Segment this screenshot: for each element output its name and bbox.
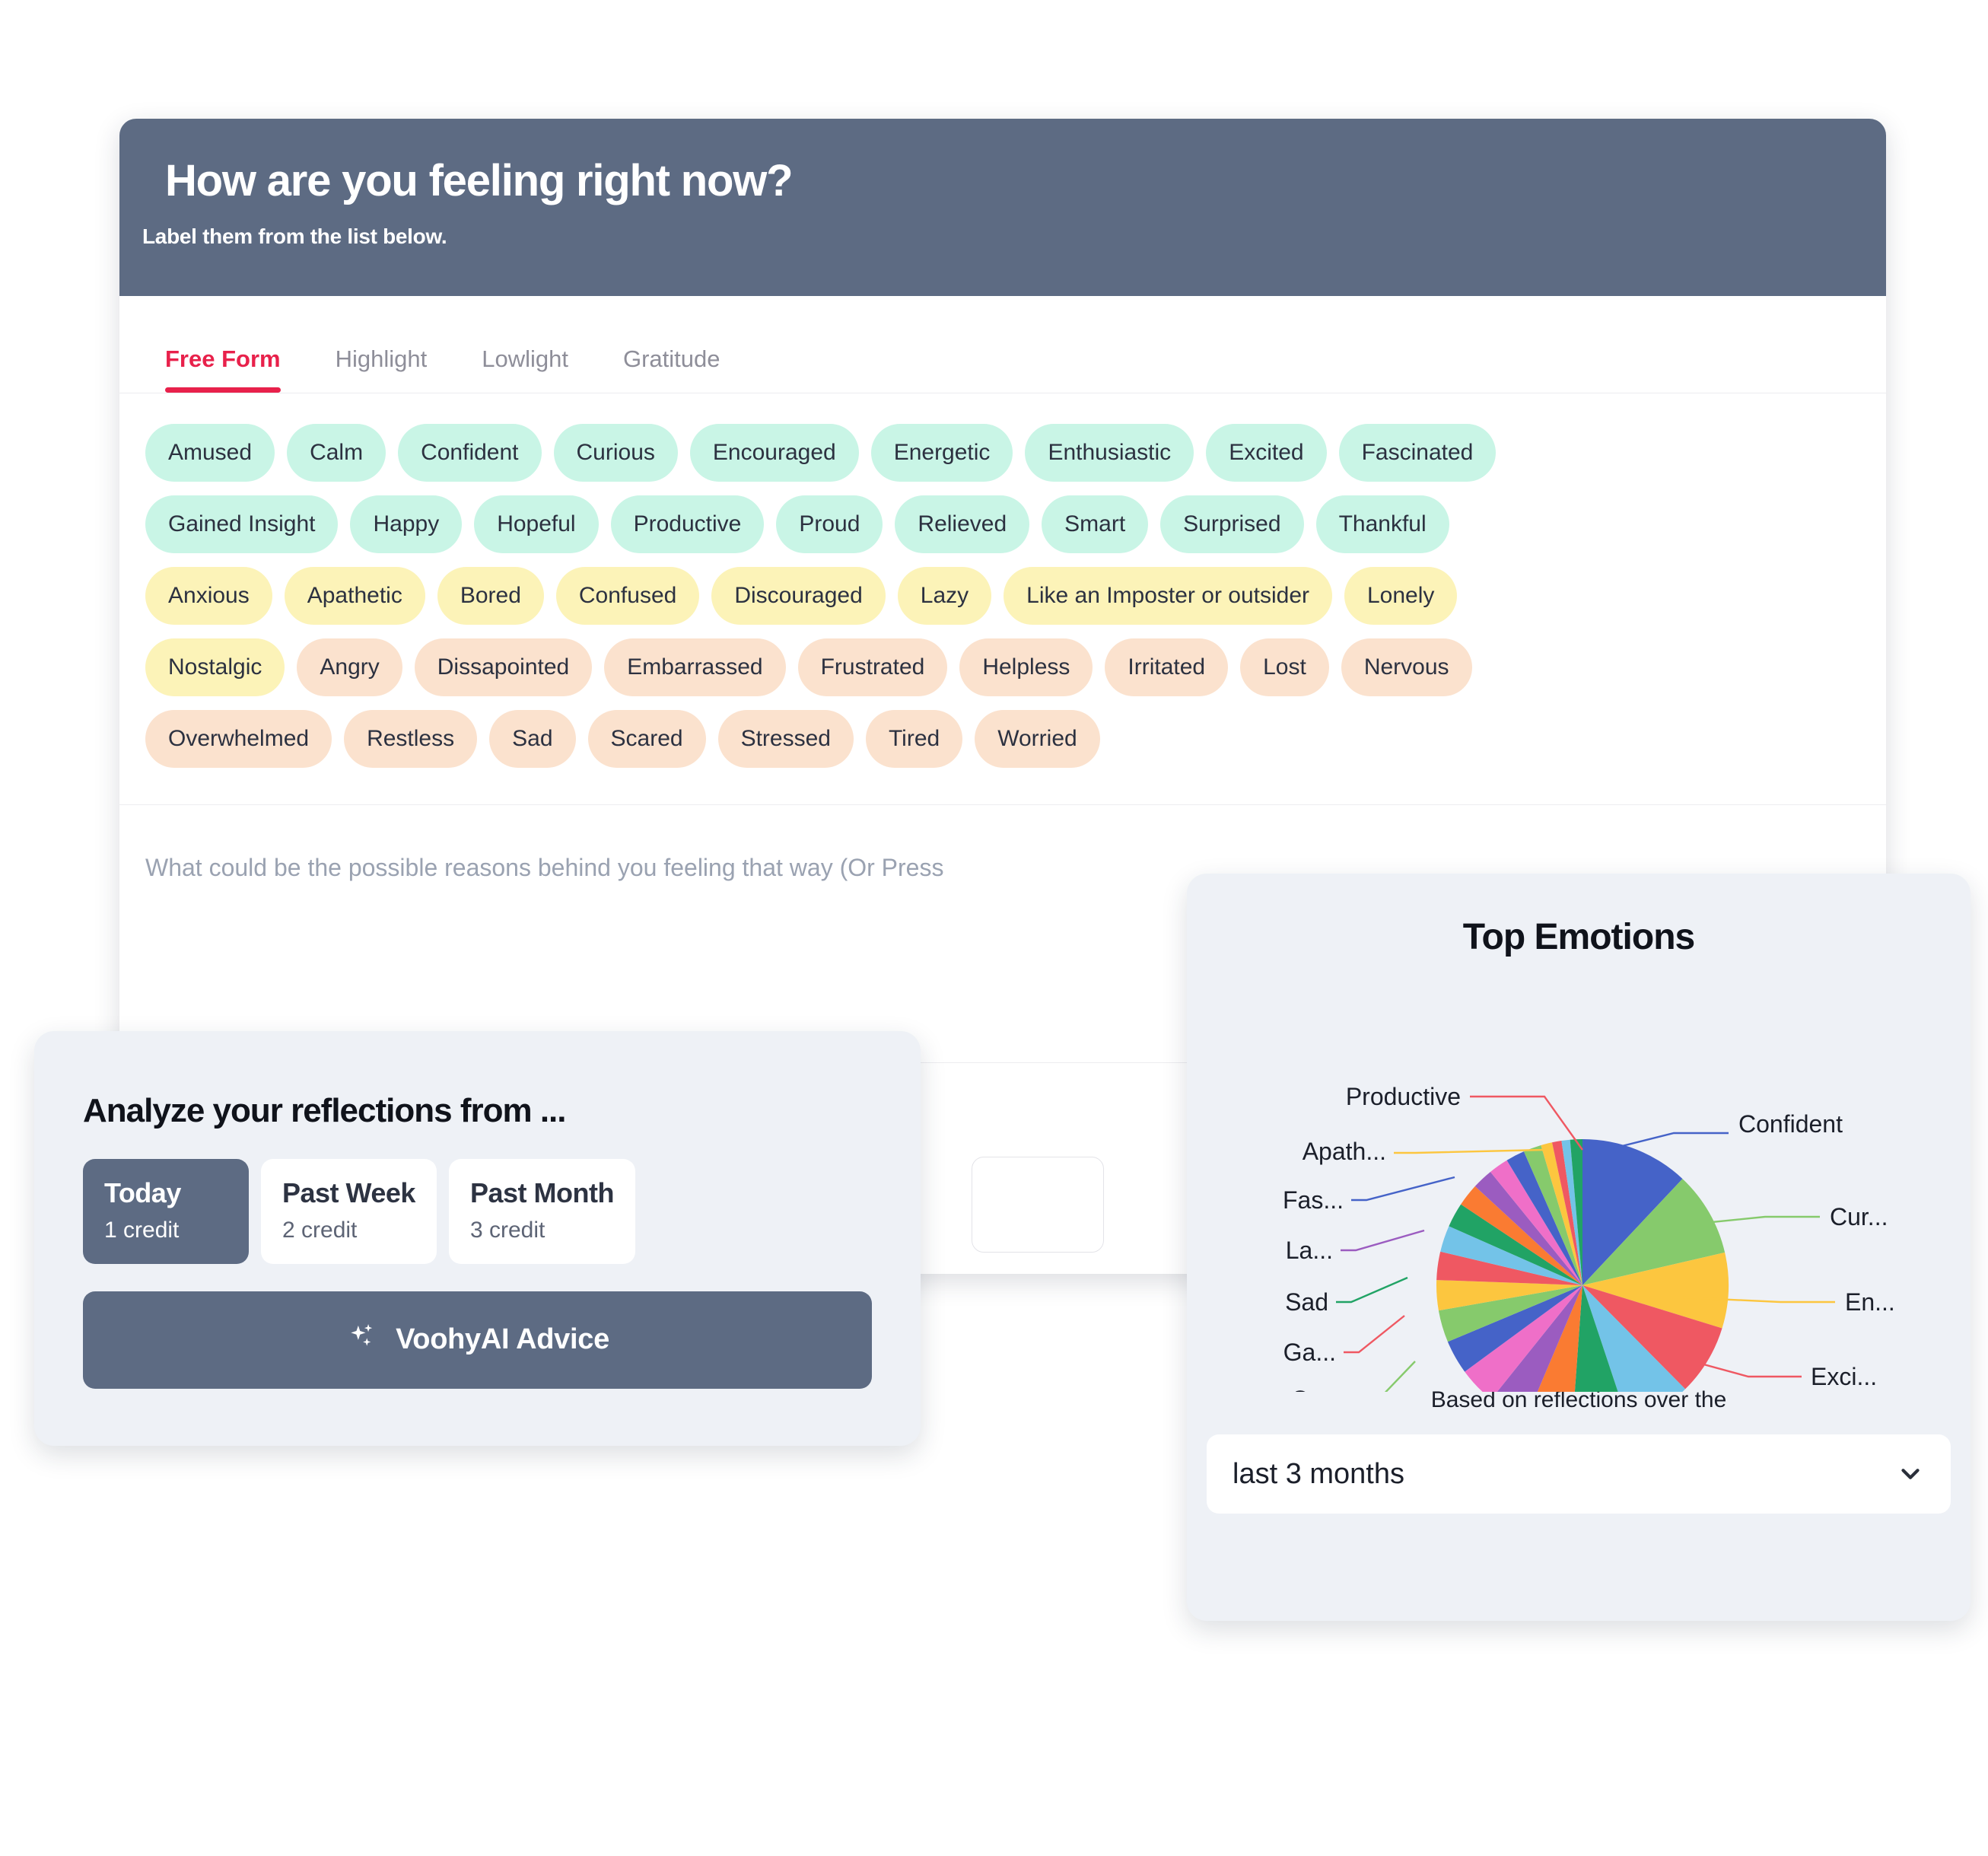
pie-leader-line bbox=[1351, 1176, 1455, 1202]
card-header: How are you feeling right now? Label the… bbox=[119, 119, 1886, 296]
emotion-chip-surprised[interactable]: Surprised bbox=[1160, 495, 1304, 553]
range-button-credit: 2 credit bbox=[282, 1218, 358, 1243]
emotion-chip-calm[interactable]: Calm bbox=[287, 424, 386, 482]
emotion-chip-overwhelmed[interactable]: Overwhelmed bbox=[145, 710, 332, 768]
emotion-chip-lazy[interactable]: Lazy bbox=[897, 567, 992, 625]
tab-gratitude[interactable]: Gratitude bbox=[596, 345, 748, 393]
emotion-chip-curious[interactable]: Curious bbox=[553, 424, 678, 482]
emotion-chip-thankful[interactable]: Thankful bbox=[1315, 495, 1449, 553]
top-emotions-card: Top Emotions Confident Cur... En... Exci...… bbox=[1187, 874, 1971, 1621]
range-button-name: Past Week bbox=[282, 1177, 415, 1208]
page-subtitle: Label them from the list below. bbox=[142, 224, 447, 248]
analyze-reflections-card: Analyze your reflections from ... Today 1… bbox=[34, 1031, 921, 1446]
emotion-chip-bored[interactable]: Bored bbox=[437, 567, 544, 625]
chip-row: Gained Insight Happy Hopeful Productive Prou… bbox=[145, 495, 1860, 553]
emotion-chip-area: Amused Calm Confident Curious Encouraged Ener… bbox=[119, 393, 1886, 805]
emotion-chip-excited[interactable]: Excited bbox=[1206, 424, 1327, 482]
chip-row: Overwhelmed Restless Sad Scared Stressed Tire… bbox=[145, 710, 1860, 768]
emotion-chip-stressed[interactable]: Stressed bbox=[717, 710, 854, 768]
tab-bar: Free Form Highlight Lowlight Gratitude bbox=[119, 296, 1886, 393]
emotion-chip-frustrated[interactable]: Frustrated bbox=[797, 638, 948, 696]
emotion-chip-sad[interactable]: Sad bbox=[489, 710, 576, 768]
emotion-chip-scared[interactable]: Scared bbox=[587, 710, 706, 768]
emotion-chip-nervous[interactable]: Nervous bbox=[1341, 638, 1472, 696]
range-button-past-week[interactable]: Past Week 2 credit bbox=[261, 1159, 437, 1264]
pie-chart-wrapper: ConfidentCur...En...Exci...Encour...Hope… bbox=[1187, 958, 1971, 1392]
pie-label-cur: Cur... bbox=[1830, 1203, 1888, 1230]
emotion-chip-dissapointed[interactable]: Dissapointed bbox=[414, 638, 593, 696]
reason-field-wrapper[interactable]: What could be the possible reasons behin… bbox=[119, 805, 1886, 882]
chart-title: Top Emotions bbox=[1462, 917, 1695, 957]
emotion-chip-restless[interactable]: Restless bbox=[344, 710, 478, 768]
emotion-chip-enthusiastic[interactable]: Enthusiastic bbox=[1025, 424, 1194, 482]
emotion-chip-amused[interactable]: Amused bbox=[145, 424, 275, 482]
emotion-chip-lost[interactable]: Lost bbox=[1240, 638, 1329, 696]
tab-highlight[interactable]: Highlight bbox=[308, 345, 455, 393]
submit-button[interactable] bbox=[972, 1157, 1104, 1253]
emotion-chip-hopeful[interactable]: Hopeful bbox=[474, 495, 599, 553]
timeframe-select-value: last 3 months bbox=[1233, 1457, 1404, 1490]
voohyai-advice-label: VoohyAI Advice bbox=[396, 1323, 609, 1356]
chip-row: Anxious Apathetic Bored Confused Discouraged… bbox=[145, 567, 1860, 625]
emotion-chip-smart[interactable]: Smart bbox=[1042, 495, 1149, 553]
tab-lowlight[interactable]: Lowlight bbox=[454, 345, 596, 393]
range-button-past-month[interactable]: Past Month 3 credit bbox=[448, 1159, 635, 1264]
pie-label-fas: Fas... bbox=[1283, 1186, 1344, 1214]
pie-leader-line bbox=[1384, 1361, 1416, 1392]
emotion-chip-apathetic[interactable]: Apathetic bbox=[284, 567, 425, 625]
pie-chart[interactable]: ConfidentCur...En...Exci...Encour...Hope… bbox=[1187, 958, 1971, 1392]
emotion-chip-like-an-imposter-or-outsider[interactable]: Like an Imposter or outsider bbox=[1004, 567, 1332, 625]
pie-leader-line bbox=[1341, 1229, 1425, 1252]
emotion-chip-happy[interactable]: Happy bbox=[350, 495, 463, 553]
pie-label-ove: Ove... bbox=[1291, 1386, 1356, 1392]
emotion-chip-encouraged[interactable]: Encouraged bbox=[689, 424, 859, 482]
pie-label-productive: Productive bbox=[1346, 1083, 1461, 1110]
emotion-chip-tired[interactable]: Tired bbox=[865, 710, 963, 768]
timeframe-select[interactable]: last 3 months bbox=[1207, 1434, 1951, 1514]
emotion-chip-gained-insight[interactable]: Gained Insight bbox=[145, 495, 339, 553]
voohyai-advice-button[interactable]: VoohyAI Advice bbox=[83, 1291, 872, 1389]
emotion-chip-worried[interactable]: Worried bbox=[975, 710, 1100, 768]
chevron-down-icon bbox=[1896, 1460, 1925, 1488]
page-title: How are you feeling right now? bbox=[165, 156, 794, 205]
pie-leader-line bbox=[1344, 1315, 1405, 1354]
chip-row: Nostalgic Angry Dissapointed Embarrassed Fru… bbox=[145, 638, 1860, 696]
emotion-chip-angry[interactable]: Angry bbox=[297, 638, 402, 696]
range-button-credit: 3 credit bbox=[469, 1218, 546, 1243]
pie-label-sad: Sad bbox=[1285, 1288, 1328, 1316]
emotion-chip-embarrassed[interactable]: Embarrassed bbox=[604, 638, 786, 696]
emotion-chip-confident[interactable]: Confident bbox=[398, 424, 542, 482]
emotion-chip-helpless[interactable]: Helpless bbox=[959, 638, 1093, 696]
range-button-credit: 1 credit bbox=[104, 1218, 180, 1243]
emotion-chip-productive[interactable]: Productive bbox=[610, 495, 765, 553]
pie-leader-line bbox=[1336, 1276, 1408, 1304]
emotion-chip-lonely[interactable]: Lonely bbox=[1344, 567, 1458, 625]
sparkles-icon bbox=[345, 1321, 379, 1358]
emotion-chip-discouraged[interactable]: Discouraged bbox=[711, 567, 886, 625]
emotion-chip-confused[interactable]: Confused bbox=[555, 567, 700, 625]
range-button-name: Past Month bbox=[469, 1177, 615, 1208]
pie-label-la: La... bbox=[1286, 1237, 1333, 1264]
emotion-chip-anxious[interactable]: Anxious bbox=[145, 567, 272, 625]
analyze-card-title: Analyze your reflections from ... bbox=[83, 1092, 567, 1129]
emotion-chip-nostalgic[interactable]: Nostalgic bbox=[145, 638, 285, 696]
pie-label-confident: Confident bbox=[1738, 1110, 1843, 1138]
pie-label-ga: Ga... bbox=[1283, 1339, 1336, 1366]
emotion-chip-relieved[interactable]: Relieved bbox=[895, 495, 1030, 553]
pie-label-en: En... bbox=[1845, 1288, 1895, 1316]
emotion-chip-proud[interactable]: Proud bbox=[776, 495, 883, 553]
analysis-range-group: Today 1 credit Past Week 2 credit Past Month… bbox=[83, 1159, 872, 1264]
emotion-chip-irritated[interactable]: Irritated bbox=[1105, 638, 1229, 696]
tab-free-form[interactable]: Free Form bbox=[142, 345, 308, 393]
chip-row: Amused Calm Confident Curious Encouraged Ener… bbox=[145, 424, 1860, 482]
pie-label-apath: Apath... bbox=[1303, 1138, 1386, 1165]
pie-label-exci: Exci... bbox=[1811, 1363, 1877, 1390]
range-button-name: Today bbox=[104, 1177, 181, 1208]
emotion-chip-energetic[interactable]: Energetic bbox=[870, 424, 1013, 482]
pie-leader-line bbox=[1612, 1132, 1729, 1150]
range-button-today[interactable]: Today 1 credit bbox=[83, 1159, 249, 1264]
emotion-chip-fascinated[interactable]: Fascinated bbox=[1338, 424, 1497, 482]
